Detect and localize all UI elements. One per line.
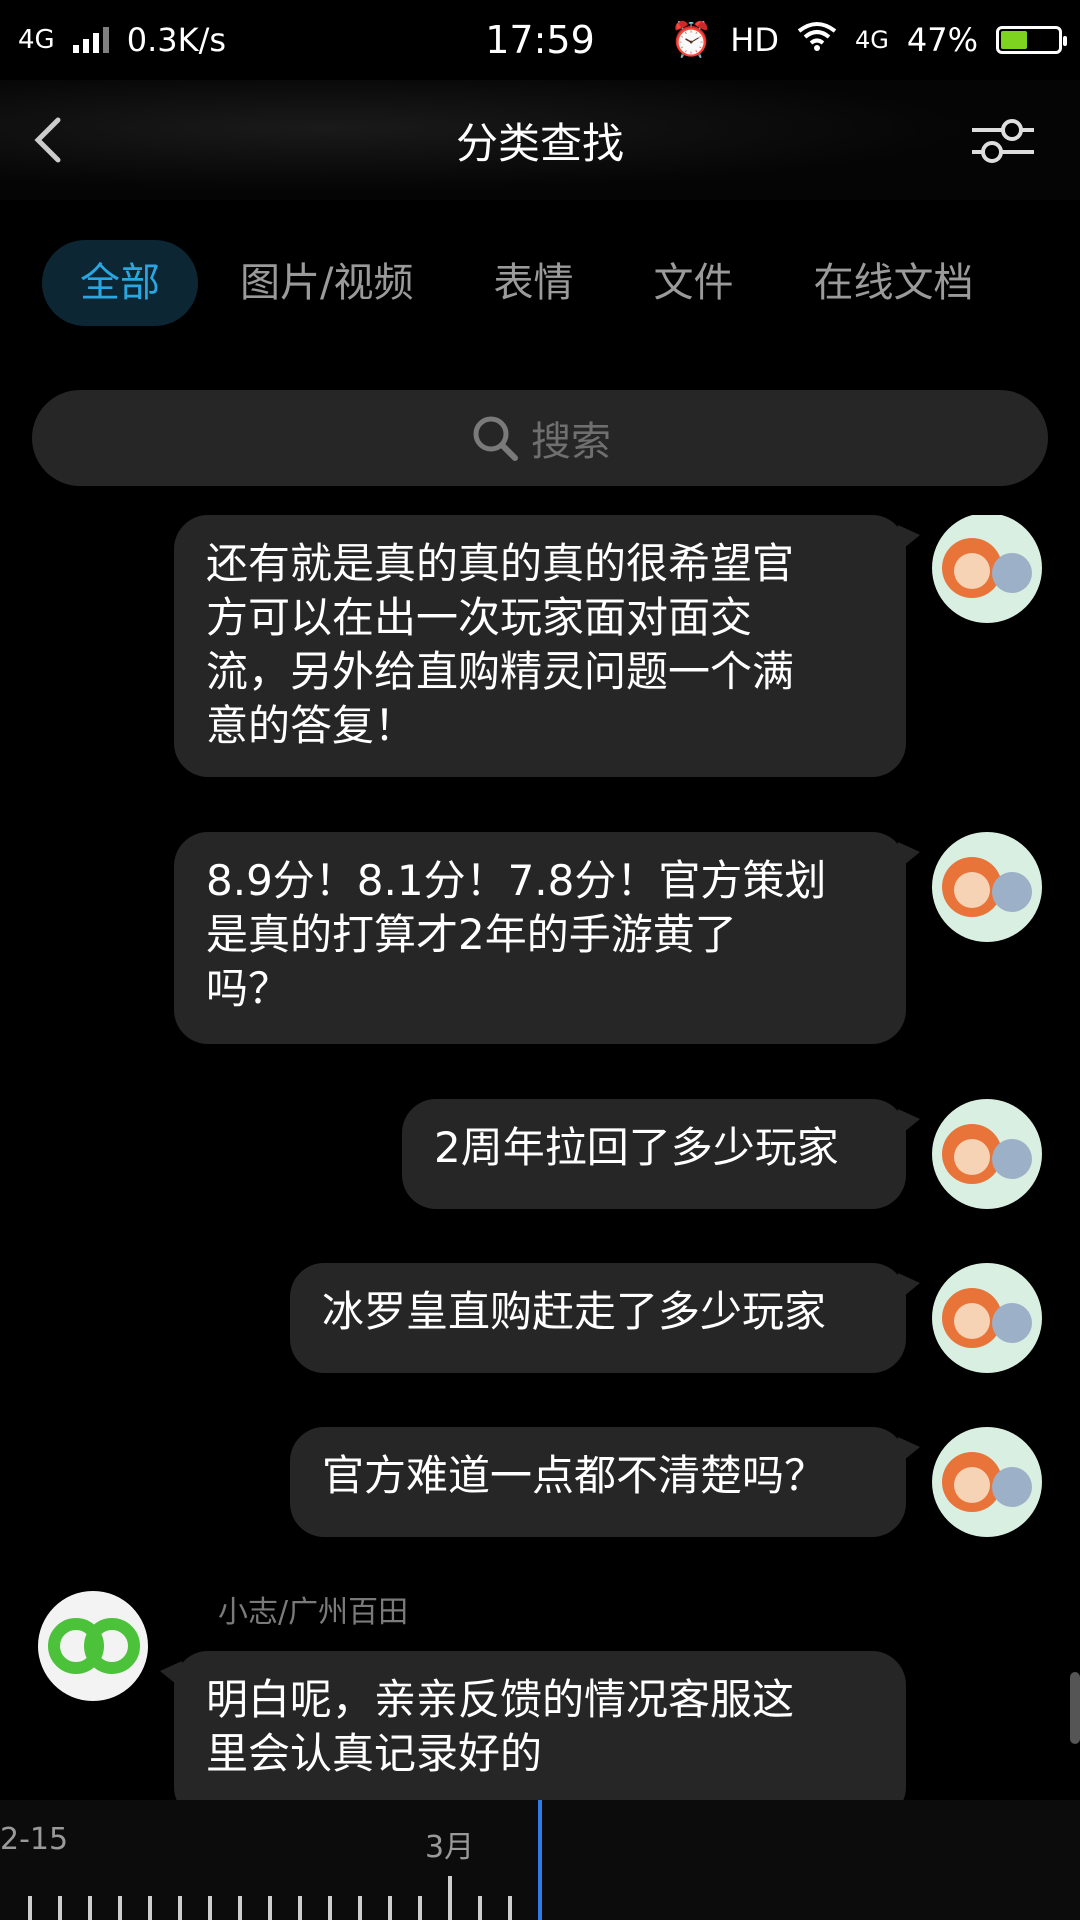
timeline-tick	[28, 1896, 32, 1920]
avatar-image	[932, 515, 1042, 623]
battery-percent: 47%	[906, 21, 978, 59]
avatar[interactable]	[932, 515, 1042, 623]
timeline-tick	[418, 1896, 422, 1920]
tab-stickers[interactable]: 表情	[455, 240, 611, 326]
timeline-tick	[268, 1896, 272, 1920]
avatar[interactable]	[932, 832, 1042, 942]
category-tabs: 全部 图片/视频 表情 文件 在线文档	[0, 238, 1080, 328]
message-line: 意的答复！	[206, 701, 417, 750]
tab-images-videos[interactable]: 图片/视频	[202, 240, 451, 326]
timeline-tick	[148, 1896, 152, 1920]
timeline-tick	[178, 1896, 182, 1920]
search-placeholder: 搜索	[531, 419, 611, 465]
timeline-tick	[238, 1896, 242, 1920]
timeline-tick	[388, 1896, 392, 1920]
avatar[interactable]	[932, 1263, 1042, 1373]
tab-files[interactable]: 文件	[615, 240, 771, 326]
sender-avatar[interactable]	[38, 1591, 148, 1701]
logo-avatar-image	[38, 1591, 148, 1701]
timeline-label-date: 2-15	[0, 1822, 69, 1857]
filter-button[interactable]	[968, 110, 1038, 170]
status-bar: 4G 0.3K/s 17:59 ⏰ HD 4G 47%	[0, 0, 1080, 80]
scrollbar-thumb[interactable]	[1070, 1672, 1080, 1744]
signal-icon	[72, 27, 109, 53]
message-line: 明白呢，亲亲反馈的情况客服这	[206, 1675, 795, 1724]
battery-icon	[996, 26, 1067, 54]
message-bubble[interactable]: 2周年拉回了多少玩家	[402, 1099, 920, 1209]
network-speed: 0.3K/s	[126, 21, 227, 59]
page-title: 分类查找	[455, 119, 624, 168]
message-line: 2周年拉回了多少玩家	[434, 1123, 839, 1172]
avatar[interactable]	[932, 1427, 1042, 1537]
timeline-tick	[328, 1896, 332, 1920]
timeline-tick	[448, 1876, 452, 1920]
message-bubble[interactable]: 还有就是真的真的真的很希望官 方可以在出一次玩家面对面交 流，另外给直购精灵问题…	[174, 515, 920, 777]
avatar-image	[932, 1427, 1042, 1537]
wifi-icon	[797, 21, 837, 59]
timeline-tick	[508, 1896, 512, 1920]
timeline-tick	[208, 1896, 212, 1920]
hd-label: HD	[730, 21, 779, 59]
timeline-label-month: 3月	[425, 1830, 475, 1865]
date-timeline[interactable]: 2-15 3月	[0, 1800, 1080, 1920]
filter-icon	[972, 119, 1034, 163]
message-line: 冰罗皇直购赶走了多少玩家	[322, 1287, 827, 1336]
search-input[interactable]: 搜索	[32, 390, 1048, 486]
message-line: 官方难道一点都不清楚吗？	[322, 1451, 827, 1500]
battery-fill	[1001, 31, 1027, 49]
timeline-tick	[298, 1896, 302, 1920]
timeline-tick	[88, 1896, 92, 1920]
network2-label: 4G	[855, 26, 889, 54]
header: 分类查找	[0, 80, 1080, 200]
message-list[interactable]: 还有就是真的真的真的很希望官 方可以在出一次玩家面对面交 流，另外给直购精灵问题…	[0, 515, 1080, 1800]
search-icon	[473, 416, 518, 461]
message-bubble[interactable]: 官方难道一点都不清楚吗？	[290, 1427, 920, 1537]
message-bubble[interactable]: 冰罗皇直购赶走了多少玩家	[290, 1263, 920, 1373]
message-line: 8.9分！8.1分！7.8分！官方策划	[206, 856, 827, 905]
avatar-image	[932, 832, 1042, 942]
message-line: 里会认真记录好的	[206, 1729, 543, 1778]
message-line: 方可以在出一次玩家面对面交	[206, 593, 753, 642]
message-line: 吗？	[206, 964, 291, 1013]
timeline-tick	[478, 1896, 482, 1920]
timeline-tick	[118, 1896, 122, 1920]
tab-online-docs[interactable]: 在线文档	[775, 240, 1011, 326]
avatar-image	[932, 1099, 1042, 1209]
timeline-cursor[interactable]	[538, 1800, 542, 1920]
message-line: 还有就是真的真的真的很希望官	[206, 539, 795, 588]
timeline-tick	[358, 1896, 362, 1920]
message-bubble[interactable]: 8.9分！8.1分！7.8分！官方策划 是真的打算才2年的手游黄了 吗？	[174, 832, 920, 1044]
avatar[interactable]	[932, 1099, 1042, 1209]
timeline-tick	[58, 1896, 62, 1920]
alarm-icon: ⏰	[669, 20, 713, 60]
avatar-image	[932, 1263, 1042, 1373]
message-line: 是真的打算才2年的手游黄了	[206, 910, 737, 959]
sender-name: 小志/广州百田	[218, 1595, 409, 1630]
message-bubble[interactable]: 明白呢，亲亲反馈的情况客服这 里会认真记录好的	[160, 1651, 906, 1800]
network-label: 4G	[18, 25, 55, 55]
message-line: 流，另外给直购精灵问题一个满	[206, 647, 795, 696]
tab-all[interactable]: 全部	[42, 240, 198, 326]
